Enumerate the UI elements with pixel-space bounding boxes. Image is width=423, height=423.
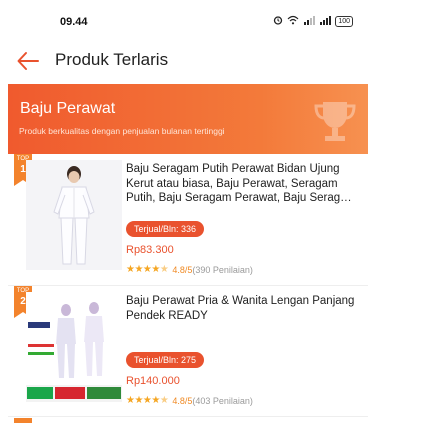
banner-title: Baju Perawat xyxy=(20,100,116,117)
product-price: Rp140.000 xyxy=(126,375,180,387)
rating-line: ★★★★★ 4.8/5 (403 Penilaian) xyxy=(126,395,253,406)
product-price: Rp83.300 xyxy=(126,244,174,256)
status-bar: 09.44 100 xyxy=(0,0,423,44)
rank-badge xyxy=(14,418,32,423)
product-image[interactable] xyxy=(26,160,122,270)
sold-badge: Terjual/Bln: 336 xyxy=(126,221,205,237)
product-name[interactable]: Baju Perawat Pria & Wanita Lengan Panjan… xyxy=(126,294,366,323)
star-rating-icon: ★★★★★ xyxy=(126,395,169,406)
page-title: Produk Terlaris xyxy=(55,50,169,69)
rating-value: 4.8/5 xyxy=(172,264,193,275)
review-count: (390 Penilaian) xyxy=(192,264,253,275)
signal-icon-2 xyxy=(319,15,332,27)
product-item[interactable] xyxy=(8,416,368,423)
trophy-icon xyxy=(308,94,362,148)
product-image[interactable] xyxy=(26,292,122,402)
back-arrow-icon[interactable] xyxy=(16,50,40,72)
review-count: (403 Penilaian) xyxy=(192,395,253,406)
rating-value: 4.8/5 xyxy=(172,395,193,406)
product-item[interactable]: TOP 2 Baju Perawat Pria & Wanita Lengan … xyxy=(8,286,368,414)
rating-line: ★★★★★ 4.8/5 (390 Penilaian) xyxy=(126,264,253,275)
product-item[interactable]: TOP 1 Baju Seragam Putih Perawat Bidan U… xyxy=(8,154,368,282)
alarm-icon xyxy=(273,15,283,27)
app-header: Produk Terlaris xyxy=(0,44,423,78)
banner-subtitle: Produk berkualitas dengan penjualan bula… xyxy=(19,126,225,136)
star-rating-icon: ★★★★★ xyxy=(126,264,169,275)
signal-icon-1 xyxy=(303,15,316,27)
sold-badge: Terjual/Bln: 275 xyxy=(126,352,205,368)
status-time: 09.44 xyxy=(60,16,88,28)
category-banner: Baju Perawat Produk berkualitas dengan p… xyxy=(8,84,368,154)
status-icons: 100 xyxy=(273,15,353,27)
battery-icon: 100 xyxy=(335,15,353,27)
wifi-icon xyxy=(287,15,299,27)
product-name[interactable]: Baju Seragam Putih Perawat Bidan Ujung K… xyxy=(126,162,366,206)
